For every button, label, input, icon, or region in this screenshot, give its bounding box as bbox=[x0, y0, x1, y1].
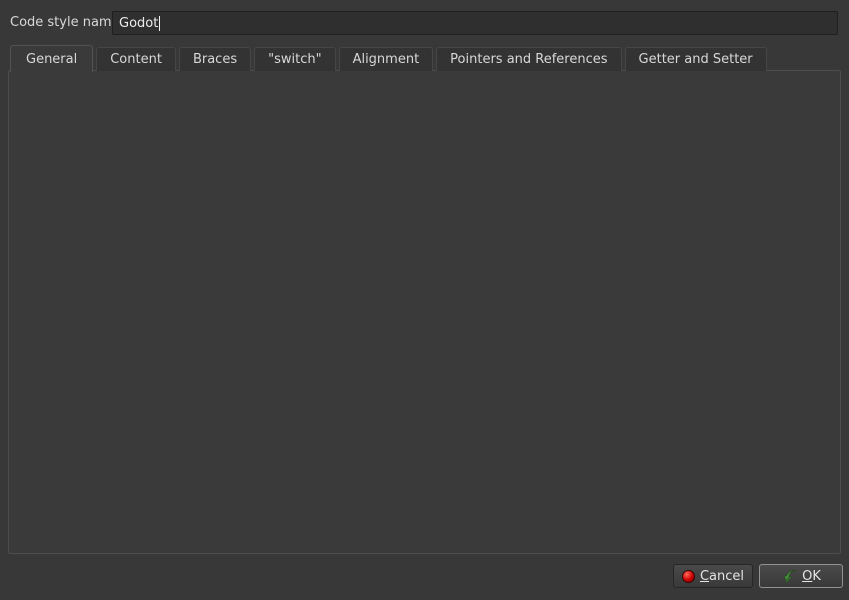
tab-switch[interactable]: "switch" bbox=[254, 47, 335, 71]
general-tab-panel bbox=[8, 70, 841, 554]
tab-content[interactable]: Content bbox=[96, 47, 176, 71]
code-style-name-input[interactable]: Godot bbox=[112, 11, 838, 35]
tab-getter-and-setter[interactable]: Getter and Setter bbox=[625, 47, 767, 71]
ok-check-arrow-icon bbox=[781, 569, 797, 584]
ok-button-label: OK bbox=[802, 569, 821, 584]
tab-general[interactable]: General bbox=[10, 45, 93, 72]
code-style-dialog: Code style name: Godot GeneralContentBra… bbox=[0, 0, 849, 600]
cancel-button[interactable]: Cancel bbox=[673, 564, 753, 588]
text-cursor bbox=[159, 16, 160, 31]
tab-pointers-and-references[interactable]: Pointers and References bbox=[436, 47, 621, 71]
tab-braces[interactable]: Braces bbox=[179, 47, 251, 71]
tab-alignment[interactable]: Alignment bbox=[339, 47, 434, 71]
cancel-button-label: Cancel bbox=[700, 569, 744, 584]
tab-bar: GeneralContentBraces"switch"AlignmentPoi… bbox=[10, 44, 770, 71]
cancel-icon bbox=[682, 570, 695, 583]
code-style-name-label: Code style name: bbox=[10, 15, 124, 30]
ok-button[interactable]: OK bbox=[759, 564, 843, 588]
code-style-name-value: Godot bbox=[119, 16, 158, 31]
